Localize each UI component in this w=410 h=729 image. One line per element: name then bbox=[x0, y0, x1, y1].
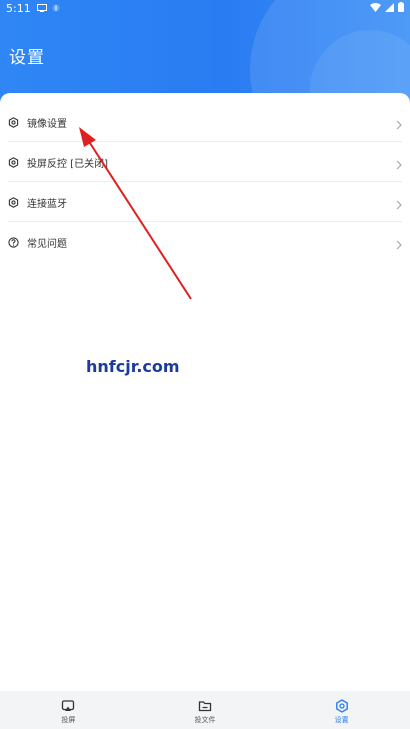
bottom-navigation: 投屏 投文件 设置 bbox=[0, 691, 410, 729]
menu-item-label: 常见问题 bbox=[27, 238, 67, 250]
gear-icon bbox=[8, 196, 19, 208]
notification-dot-icon bbox=[52, 3, 60, 13]
status-right-icons bbox=[370, 2, 404, 15]
settings-card: 镜像设置 投屏反控 [已关闭] 连接蓝牙 常见问题 bbox=[0, 93, 410, 691]
menu-item-mirror-settings[interactable]: 镜像设置 bbox=[0, 102, 410, 142]
menu-item-label: 投屏反控 [已关闭] bbox=[27, 158, 108, 170]
battery-icon bbox=[398, 2, 404, 15]
nav-tab-label: 投文件 bbox=[194, 716, 216, 724]
hexagon-gear-icon bbox=[335, 698, 349, 713]
cast-icon bbox=[61, 698, 75, 712]
page-title: 设置 bbox=[9, 48, 45, 68]
folder-icon bbox=[198, 698, 212, 712]
chevron-right-icon bbox=[395, 116, 403, 130]
nav-tab-cast[interactable]: 投屏 bbox=[28, 691, 108, 729]
status-time: 5:11 bbox=[6, 1, 31, 15]
menu-item-label: 连接蓝牙 bbox=[27, 198, 67, 210]
nav-tab-label: 设置 bbox=[334, 716, 349, 724]
nav-tab-label: 投屏 bbox=[61, 716, 76, 724]
question-circle-icon bbox=[8, 236, 19, 248]
nav-tab-files[interactable]: 投文件 bbox=[165, 691, 245, 729]
menu-item-bluetooth[interactable]: 连接蓝牙 bbox=[0, 182, 410, 222]
gear-icon bbox=[8, 116, 19, 128]
menu-item-faq[interactable]: 常见问题 bbox=[0, 222, 410, 262]
status-bar: 5:11 bbox=[0, 0, 410, 16]
chevron-right-icon bbox=[395, 236, 403, 250]
nav-tab-settings[interactable]: 设置 bbox=[302, 691, 382, 729]
wifi-icon bbox=[370, 2, 381, 15]
chevron-right-icon bbox=[395, 156, 403, 170]
menu-item-reverse-control[interactable]: 投屏反控 [已关闭] bbox=[0, 142, 410, 182]
screen-cast-status-icon bbox=[36, 4, 47, 12]
chevron-right-icon bbox=[395, 196, 403, 210]
gear-icon bbox=[8, 156, 19, 168]
watermark-text: hnfcjr.com bbox=[86, 357, 180, 376]
signal-icon bbox=[385, 2, 394, 15]
menu-item-label: 镜像设置 bbox=[27, 118, 67, 130]
